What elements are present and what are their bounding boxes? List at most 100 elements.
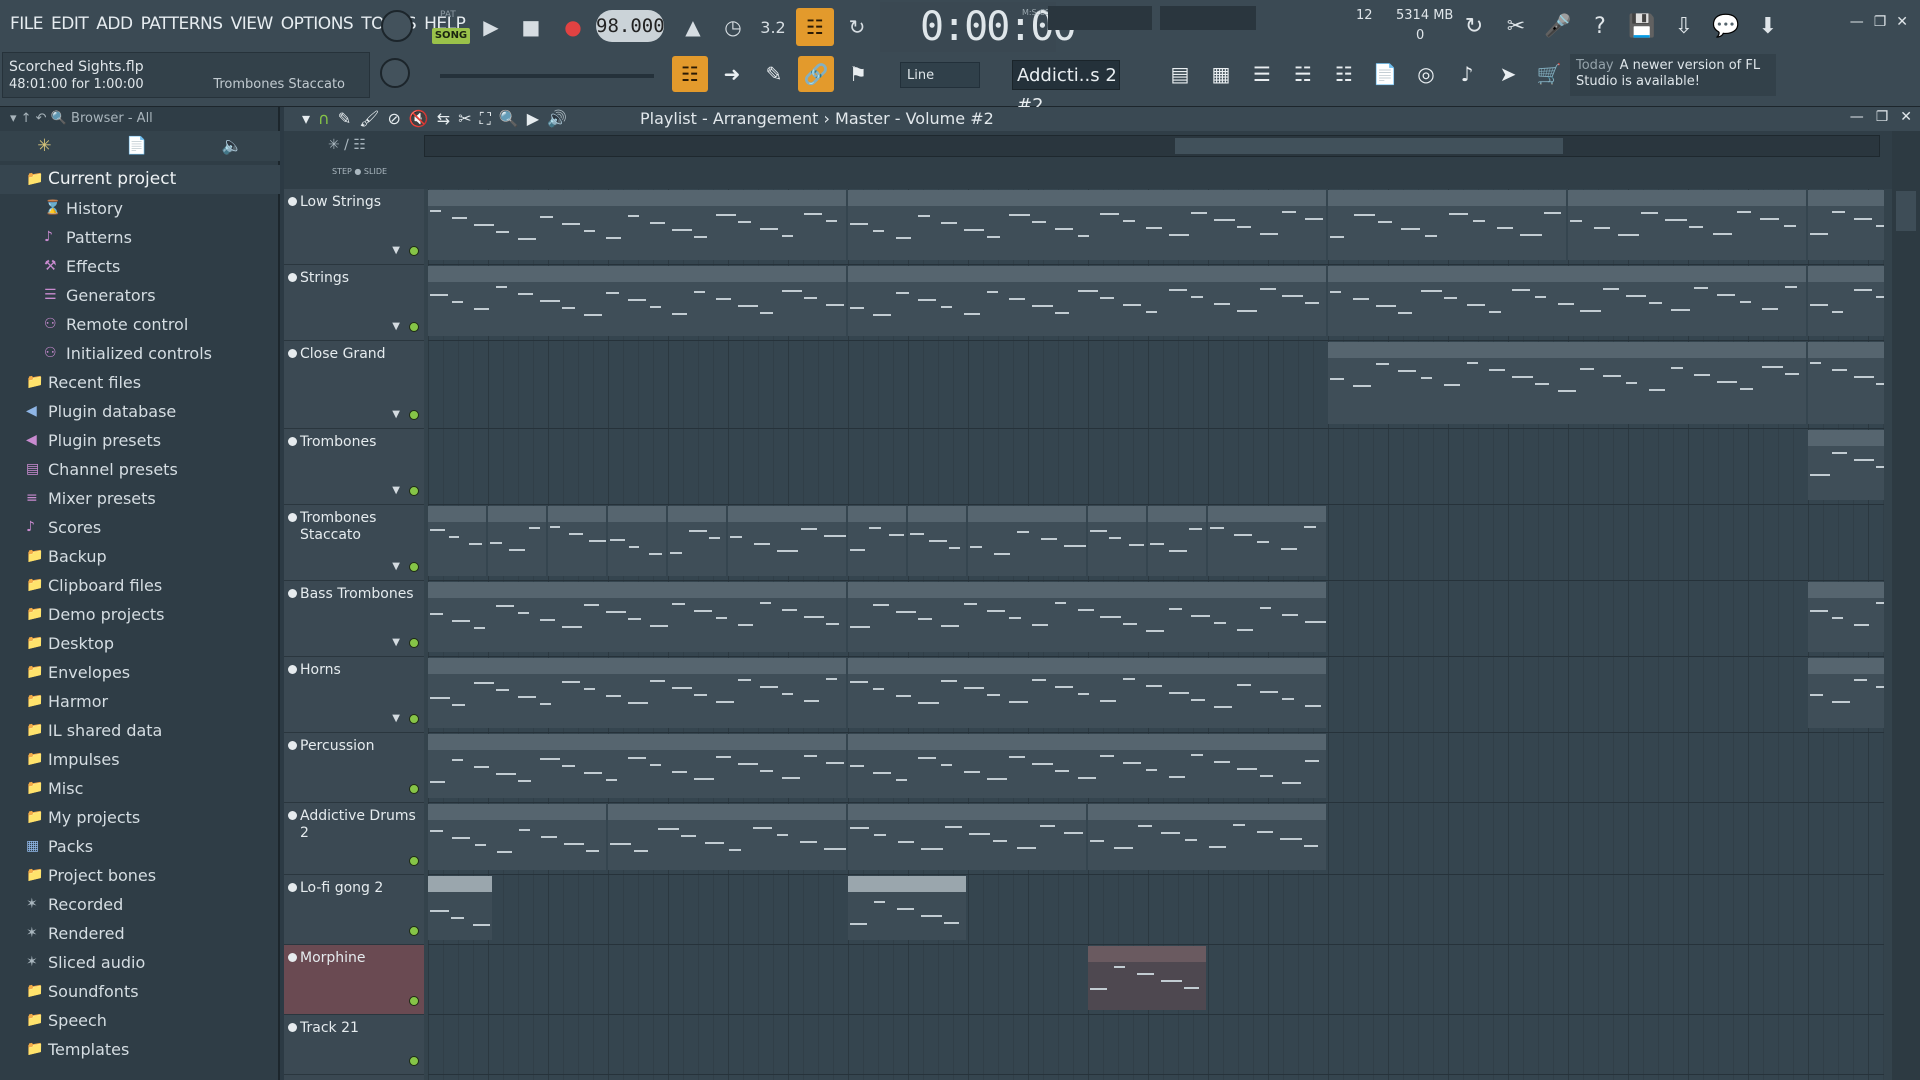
download-icon[interactable]: ⬇ (1750, 8, 1786, 44)
track-enable-led[interactable] (409, 1056, 419, 1066)
countdown-icon[interactable]: 3.2 (756, 10, 790, 44)
browser-item-backup[interactable]: 📁 Backup (0, 542, 280, 571)
browser-item-misc[interactable]: 📁 Misc (0, 774, 280, 803)
track-info-icon[interactable] (288, 513, 297, 522)
browser-item-effects[interactable]: ⚒ Effects (0, 252, 280, 281)
browser-arrows-icon[interactable]: ▾ ↑ ↶ 🔍 (10, 111, 67, 126)
menu-add[interactable]: ADD (92, 14, 136, 34)
pattern-clip[interactable]: Percussion #10 (428, 734, 846, 798)
record-icon[interactable]: ● (556, 10, 590, 44)
stop-icon[interactable]: ■ (514, 10, 548, 44)
slice-icon[interactable]: ✂ (458, 109, 471, 129)
piano-roll-icon[interactable]: ▦ (1203, 56, 1239, 92)
pattern-clip[interactable]: Low Strings #4 (1568, 190, 1806, 260)
browser-item-rendered[interactable]: ✶ Rendered (0, 919, 280, 948)
track-enable-led[interactable] (409, 486, 419, 496)
master-volume-knob[interactable] (381, 10, 413, 42)
pattern-clip[interactable]: Low Strings #4 (1328, 190, 1566, 260)
pattern-clip[interactable]: Bas...es #6 (1808, 582, 1884, 652)
snap-tools-icon[interactable]: ✳ ∕ ☷ (328, 137, 366, 153)
browser-item-il-shared-data[interactable]: 📁 IL shared data (0, 716, 280, 745)
track-enable-led[interactable] (409, 856, 419, 866)
browser-item-packs[interactable]: ▦ Packs (0, 832, 280, 861)
track-info-icon[interactable] (288, 953, 297, 962)
pattern-clip[interactable]: Low Strings #9 (848, 190, 1326, 260)
track-dropdown-icon[interactable]: ▼ (392, 321, 400, 332)
cut-icon[interactable]: ✂ (1498, 8, 1534, 44)
pattern-clip[interactable]: Morphine #2 (1088, 946, 1206, 1010)
menu-edit[interactable]: EDIT (47, 14, 92, 34)
plugin-picker-icon[interactable]: ◎ (1408, 56, 1444, 92)
browser-item-impulses[interactable]: 📁 Impulses (0, 745, 280, 774)
menu-file[interactable]: FILE (6, 14, 47, 34)
close-icon[interactable]: ✕ (1896, 14, 1908, 30)
browser-item-project-bones[interactable]: 📁 Project bones (0, 861, 280, 890)
plugin-tab-icon[interactable]: ✳ (37, 136, 51, 156)
pattern-clip[interactable]: Strings #8 (1808, 266, 1884, 336)
master-pitch-slider[interactable] (440, 74, 654, 78)
save-icon[interactable]: 💾 (1624, 8, 1660, 44)
microphone-icon[interactable]: 🎤 (1540, 8, 1576, 44)
pattern-clip[interactable]: Ogun (428, 876, 492, 940)
pattern-clip[interactable]: Tro...to (908, 506, 966, 576)
refresh-icon[interactable]: ↻ (1456, 8, 1492, 44)
arrow-right-icon[interactable]: ➜ (714, 56, 750, 92)
browser-item-scores[interactable]: ♪ Scores (0, 513, 280, 542)
track-header[interactable]: Horns ▼ (284, 657, 424, 733)
pattern-selector[interactable]: Addicti..s 2 #2 (1012, 60, 1120, 116)
pattern-clip[interactable]: Tro...to (1088, 506, 1146, 576)
playlist-icon[interactable]: ▤ (1162, 56, 1198, 92)
file-tab-icon[interactable]: 📄 (126, 136, 147, 156)
menu-patterns[interactable]: PATTERNS (137, 14, 227, 34)
audio-editor-icon[interactable]: ♪ (1449, 56, 1485, 92)
pattern-clip[interactable]: Percussion #10 (848, 734, 1326, 798)
pattern-clip[interactable]: Tro...to (848, 506, 906, 576)
track-header[interactable]: Lo-fi gong 2 (284, 875, 424, 945)
pattern-clip[interactable]: Addictive Drums 2 #4 (1088, 804, 1326, 870)
track-dropdown-icon[interactable]: ▼ (392, 713, 400, 724)
channel-rack-icon[interactable]: ☰ (1244, 56, 1280, 92)
metronome-icon[interactable]: ▲ (676, 10, 710, 44)
pattern-clip[interactable]: Strings #5 (428, 266, 846, 336)
track-enable-led[interactable] (409, 996, 419, 1006)
pattern-clip[interactable]: Clos..nd #9 (1808, 342, 1884, 424)
pattern-clip[interactable]: Trombones (1808, 430, 1884, 500)
menu-options[interactable]: OPTIONS (277, 14, 357, 34)
browser-item-demo-projects[interactable]: 📁 Demo projects (0, 600, 280, 629)
brush-icon[interactable]: ✎ (756, 56, 792, 92)
track-dropdown-icon[interactable]: ▼ (392, 409, 400, 420)
track-dropdown-icon[interactable]: ▼ (392, 561, 400, 572)
pattern-clip[interactable]: Low..s #10 (1808, 190, 1884, 260)
browser-item-patterns[interactable]: ♪ Patterns (0, 223, 280, 252)
pencil-icon[interactable]: ✎ (338, 109, 351, 129)
speaker-icon[interactable]: 🔊 (547, 109, 567, 129)
pattern-clip[interactable]: Horns #2 (428, 658, 846, 728)
track-info-icon[interactable] (288, 811, 297, 820)
maximize-icon[interactable]: ❐ (1874, 14, 1887, 30)
slip-icon[interactable]: ⇆ (437, 109, 450, 129)
pattern-clip[interactable]: Bass Trombones #5 (848, 582, 1326, 652)
snap-selector[interactable]: Line (900, 62, 980, 88)
export-icon[interactable]: ⇩ (1666, 8, 1702, 44)
time-display[interactable]: 0:00:00 M:S:CS (880, 2, 1077, 52)
pattern-clip[interactable]: Strings #6 (848, 266, 1326, 336)
pattern-clip[interactable]: Trombon...ccato #5 (1208, 506, 1326, 576)
menu-view[interactable]: VIEW (227, 14, 277, 34)
browser-item-soundfonts[interactable]: 📁 Soundfonts (0, 977, 280, 1006)
browser-item-clipboard-files[interactable]: 📁 Clipboard files (0, 571, 280, 600)
browser-item-templates[interactable]: 📁 Templates (0, 1035, 280, 1064)
track-header[interactable]: Strings ▼ (284, 265, 424, 341)
track-header[interactable]: Track 21 (284, 1015, 424, 1075)
pat-song-toggle[interactable]: PAT SONG (432, 8, 472, 48)
browser-item-speech[interactable]: 📁 Speech (0, 1006, 280, 1035)
help-icon[interactable]: ? (1582, 8, 1618, 44)
pattern-clip[interactable]: Trombon...ccato #4 (968, 506, 1086, 576)
track-info-icon[interactable] (288, 273, 297, 282)
track-enable-led[interactable] (409, 322, 419, 332)
track-enable-led[interactable] (409, 784, 419, 794)
browser-icon[interactable]: ☷ (1326, 56, 1362, 92)
minimize-icon[interactable]: — (1850, 14, 1864, 30)
shop-icon[interactable]: 🛒 (1531, 56, 1567, 92)
pattern-clip[interactable]: Addictive Drums 2 #3 (848, 804, 1086, 870)
browser-item-generators[interactable]: ☰ Generators (0, 281, 280, 310)
